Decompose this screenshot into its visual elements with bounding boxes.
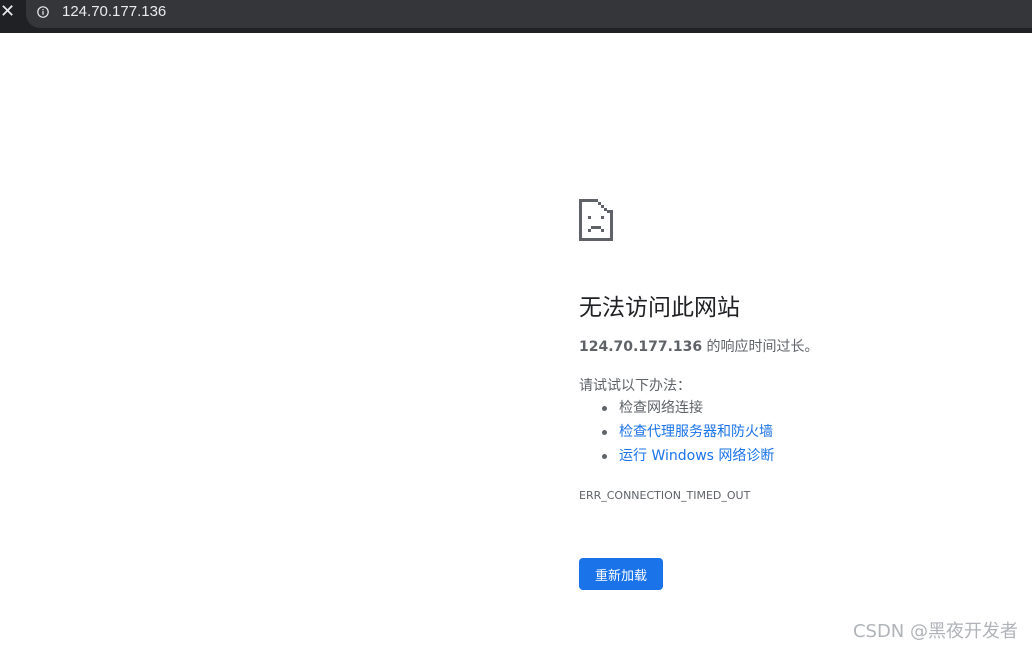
suggestions-heading: 请试试以下办法： xyxy=(579,378,691,394)
suggestion-check-proxy-link[interactable]: 检查代理服务器和防火墙 xyxy=(579,422,774,446)
close-icon[interactable]: ✕ xyxy=(0,0,15,24)
bullet xyxy=(602,454,607,459)
bullet xyxy=(602,430,607,435)
info-icon[interactable] xyxy=(37,6,49,18)
page-title: 无法访问此网站 xyxy=(579,295,740,321)
browser-toolbar: ✕ 124.70.177.136 xyxy=(0,0,1032,33)
address-bar[interactable]: 124.70.177.136 xyxy=(26,0,1032,28)
suggestion-check-network: 检查网络连接 xyxy=(579,398,774,422)
error-description: 124.70.177.136 的响应时间过长。 xyxy=(579,336,819,356)
suggestions-list: 检查网络连接 检查代理服务器和防火墙 运行 Windows 网络诊断 xyxy=(579,398,774,470)
url-text[interactable]: 124.70.177.136 xyxy=(62,3,166,20)
suggestion-network-diagnostics-link[interactable]: 运行 Windows 网络诊断 xyxy=(579,446,774,470)
watermark: CSDN @黑夜开发者 xyxy=(852,621,1018,642)
sad-document-icon xyxy=(579,199,613,241)
error-code: ERR_CONNECTION_TIMED_OUT xyxy=(579,489,751,502)
reload-button[interactable]: 重新加载 xyxy=(579,558,663,590)
host-name: 124.70.177.136 xyxy=(579,339,703,355)
bullet xyxy=(602,406,607,411)
description-text: 的响应时间过长。 xyxy=(702,339,819,355)
